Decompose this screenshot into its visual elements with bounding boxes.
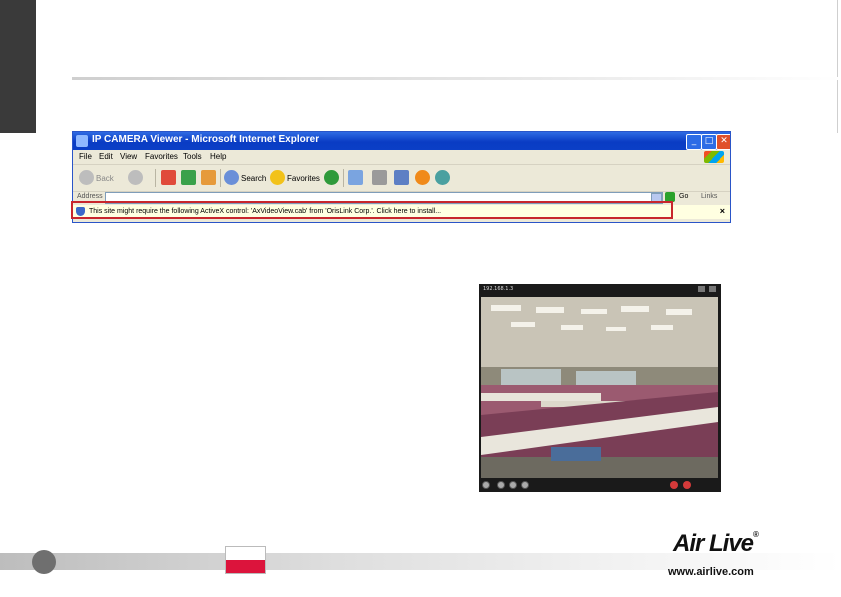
back-button-label[interactable]: Back — [96, 174, 114, 183]
airlive-logo: Air Live® — [673, 530, 759, 557]
menu-favorites[interactable]: Favorites — [145, 152, 178, 161]
home-icon[interactable] — [201, 170, 216, 185]
minimize-button[interactable]: _ — [686, 134, 702, 150]
right-border-line — [837, 0, 838, 133]
maximize-button[interactable]: □ — [701, 134, 717, 150]
discuss-icon[interactable] — [435, 170, 450, 185]
snapshot-icon[interactable] — [698, 286, 705, 292]
menu-view[interactable]: View — [120, 152, 137, 161]
favorites-button-label[interactable]: Favorites — [287, 174, 320, 183]
favorites-star-icon[interactable] — [270, 170, 285, 185]
menu-file[interactable]: File — [79, 152, 92, 161]
menu-edit[interactable]: Edit — [99, 152, 113, 161]
page-number-circle — [32, 550, 56, 574]
fullscreen-icon[interactable] — [709, 286, 716, 292]
camera-control-button[interactable] — [509, 481, 517, 489]
camera-viewer-screenshot: 192.168.1.3 — [479, 284, 721, 492]
section-tab — [0, 0, 36, 133]
close-button[interactable]: ✕ — [716, 134, 730, 150]
record-button[interactable] — [670, 481, 678, 489]
ie-menubar: File Edit View Favorites Tools Help — [73, 150, 730, 165]
infobar-highlight-box — [71, 201, 673, 219]
refresh-icon[interactable] — [181, 170, 196, 185]
address-label: Address — [77, 193, 103, 200]
stop-icon[interactable] — [161, 170, 176, 185]
print-icon[interactable] — [372, 170, 387, 185]
zoom-icon[interactable] — [482, 481, 490, 489]
ie-app-icon — [76, 135, 88, 147]
airlive-url: www.airlive.com — [668, 566, 754, 578]
stop-record-button[interactable] — [683, 481, 691, 489]
toolbar-separator — [220, 169, 221, 187]
header-divider — [72, 77, 841, 80]
menu-help[interactable]: Help — [210, 152, 226, 161]
toolbar-separator — [343, 169, 344, 187]
go-button-label[interactable]: Go — [679, 193, 688, 200]
back-arrow-icon[interactable] — [79, 170, 94, 185]
camera-video-feed — [481, 297, 718, 478]
forward-arrow-icon[interactable] — [128, 170, 143, 185]
menu-tools[interactable]: Tools — [183, 152, 202, 161]
messenger-icon[interactable] — [415, 170, 430, 185]
ie-toolbar: Back Search Favorites — [73, 165, 730, 192]
camera-control-button[interactable] — [521, 481, 529, 489]
camera-control-bar — [479, 478, 721, 492]
toolbar-separator — [155, 169, 156, 187]
mail-icon[interactable] — [348, 170, 363, 185]
edit-icon[interactable] — [394, 170, 409, 185]
ie-titlebar: IP CAMERA Viewer - Microsoft Internet Ex… — [73, 132, 730, 150]
poland-flag-icon — [225, 546, 266, 574]
camera-control-button[interactable] — [497, 481, 505, 489]
camera-ip-label: 192.168.1.3 — [483, 286, 514, 292]
search-button-label[interactable]: Search — [241, 174, 266, 183]
ie-window-title: IP CAMERA Viewer - Microsoft Internet Ex… — [92, 134, 320, 145]
office-scene-image — [481, 297, 718, 478]
links-label[interactable]: Links — [701, 193, 717, 200]
windows-logo-icon — [704, 151, 724, 163]
infobar-close-icon[interactable]: × — [720, 206, 725, 216]
history-icon[interactable] — [324, 170, 339, 185]
search-icon[interactable] — [224, 170, 239, 185]
